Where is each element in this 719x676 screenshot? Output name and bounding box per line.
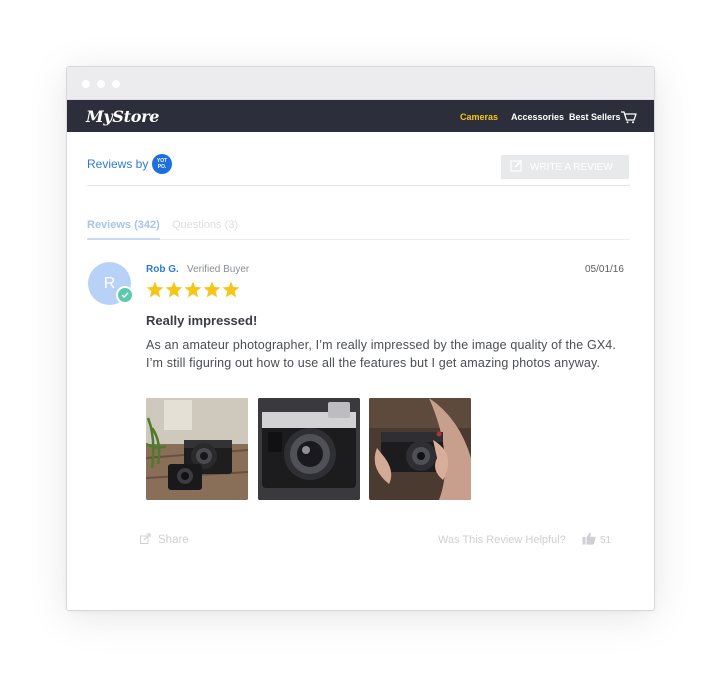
window-control-dot[interactable] — [97, 80, 105, 88]
star-icon — [165, 281, 183, 298]
store-navbar: MyStore Cameras Accessories Best Sellers — [67, 100, 654, 132]
browser-window: MyStore Cameras Accessories Best Sellers… — [66, 66, 655, 611]
window-control-dot[interactable] — [82, 80, 90, 88]
helpful-vote-count: 51 — [600, 535, 612, 546]
verified-check-icon — [116, 286, 134, 304]
nav-link-best-sellers[interactable]: Best Sellers — [569, 112, 621, 122]
helpful-prompt: Was This Review Helpful? — [438, 534, 566, 546]
star-icon — [184, 281, 202, 298]
yotpo-logo: YOT PO. — [152, 154, 172, 174]
tab-questions[interactable]: Questions (3) — [172, 219, 238, 231]
star-icon — [222, 281, 240, 298]
review-photo[interactable] — [369, 398, 471, 500]
edit-icon — [510, 159, 523, 175]
write-review-label: WRITE A REVIEW — [530, 161, 613, 173]
share-icon — [140, 533, 151, 547]
share-button[interactable]: Share — [140, 533, 189, 547]
cart-icon[interactable] — [620, 110, 637, 129]
store-logo[interactable]: MyStore — [86, 107, 159, 126]
review-photo[interactable] — [146, 398, 248, 500]
tab-reviews[interactable]: Reviews (342) — [87, 219, 160, 231]
divider — [87, 185, 630, 186]
review-author[interactable]: Rob G. — [146, 264, 179, 275]
tabs-divider — [87, 239, 630, 240]
review-title: Really impressed! — [146, 313, 258, 328]
window-control-dot[interactable] — [112, 80, 120, 88]
review-photo[interactable] — [258, 398, 360, 500]
thumbs-up-icon[interactable] — [582, 532, 596, 550]
review-body: As an amateur photographer, I’m really i… — [146, 338, 617, 370]
review-date: 05/01/16 — [585, 264, 624, 275]
window-titlebar — [67, 67, 654, 100]
nav-link-accessories[interactable]: Accessories — [511, 112, 564, 122]
reviews-by-label: Reviews by — [87, 157, 149, 171]
write-review-button[interactable]: WRITE A REVIEW — [501, 155, 629, 179]
verified-buyer-label: Verified Buyer — [187, 264, 250, 275]
share-label: Share — [158, 534, 189, 546]
active-tab-indicator — [87, 238, 160, 240]
star-icon — [203, 281, 221, 298]
star-icon — [146, 281, 164, 298]
nav-link-cameras[interactable]: Cameras — [460, 112, 498, 122]
star-rating — [146, 281, 240, 298]
